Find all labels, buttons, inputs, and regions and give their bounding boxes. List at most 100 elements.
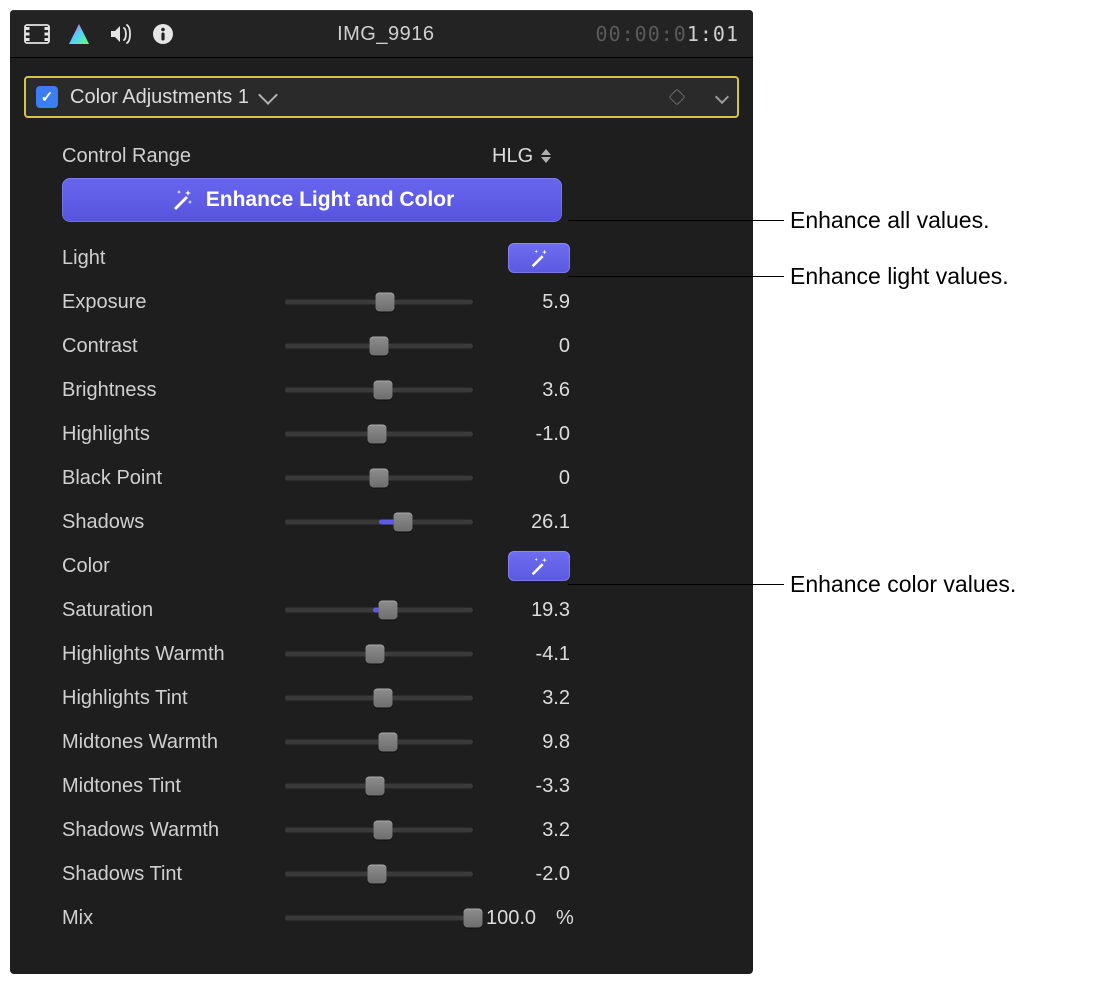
- midtones-tint-value[interactable]: -3.3: [486, 775, 576, 798]
- slider-row-shadows-tint: Shadows Tint -2.0: [62, 852, 737, 896]
- video-tab-icon[interactable]: [24, 23, 50, 45]
- highlights-warmth-thumb[interactable]: [366, 645, 385, 664]
- saturation-value[interactable]: 19.3: [486, 599, 576, 622]
- keyframe-icon[interactable]: [669, 89, 686, 106]
- effect-header[interactable]: ✓ Color Adjustments 1: [24, 76, 739, 118]
- effect-enable-checkbox[interactable]: ✓: [36, 86, 58, 108]
- shadows-label: Shadows: [62, 511, 272, 534]
- inspector-panel: IMG_9916 00:00:01:01 ✓ Color Adjustments…: [10, 10, 753, 974]
- slider-row-shadows-warmth: Shadows Warmth 3.2: [62, 808, 737, 852]
- highlights-warmth-slider[interactable]: [285, 644, 473, 664]
- timecode-prefix: 00:00:0: [596, 22, 687, 46]
- slider-row-mix: Mix 100.0 %: [62, 896, 737, 940]
- shadows-tint-thumb[interactable]: [368, 865, 387, 884]
- exposure-label: Exposure: [62, 291, 272, 314]
- highlights-value[interactable]: -1.0: [486, 423, 576, 446]
- midtones-tint-thumb[interactable]: [366, 777, 385, 796]
- midtones-warmth-label: Midtones Warmth: [62, 731, 272, 754]
- contrast-thumb[interactable]: [370, 337, 389, 356]
- shadows-thumb[interactable]: [394, 513, 413, 532]
- saturation-label: Saturation: [62, 599, 272, 622]
- black-point-label: Black Point: [62, 467, 272, 490]
- saturation-slider[interactable]: [285, 600, 473, 620]
- shadows-tint-value[interactable]: -2.0: [486, 863, 576, 886]
- timecode: 00:00:01:01: [596, 22, 739, 46]
- shadows-warmth-value[interactable]: 3.2: [486, 819, 576, 842]
- inspector-toolbar: IMG_9916 00:00:01:01: [10, 10, 753, 58]
- highlights-tint-thumb[interactable]: [373, 689, 392, 708]
- slider-row-contrast: Contrast 0: [62, 324, 737, 368]
- contrast-value[interactable]: 0: [486, 335, 576, 358]
- slider-row-black-point: Black Point 0: [62, 456, 737, 500]
- info-tab-icon[interactable]: [150, 23, 176, 45]
- highlights-warmth-value[interactable]: -4.1: [486, 643, 576, 666]
- wand-icon: [528, 555, 550, 577]
- exposure-thumb[interactable]: [375, 293, 394, 312]
- mix-thumb[interactable]: [464, 909, 483, 928]
- callout-enhance-color: Enhance color values.: [568, 571, 1016, 598]
- highlights-tint-value[interactable]: 3.2: [486, 687, 576, 710]
- brightness-thumb[interactable]: [373, 381, 392, 400]
- shadows-tint-slider[interactable]: [285, 864, 473, 884]
- midtones-warmth-thumb[interactable]: [379, 733, 398, 752]
- brightness-value[interactable]: 3.6: [486, 379, 576, 402]
- exposure-slider[interactable]: [285, 292, 473, 312]
- highlights-thumb[interactable]: [368, 425, 387, 444]
- shadows-tint-label: Shadows Tint: [62, 863, 272, 886]
- color-tab-icon[interactable]: [66, 23, 92, 45]
- brightness-label: Brightness: [62, 379, 272, 402]
- stepper-icon[interactable]: [539, 149, 553, 163]
- timecode-end: 1:01: [687, 22, 739, 46]
- color-section-label: Color: [62, 555, 272, 578]
- contrast-slider[interactable]: [285, 336, 473, 356]
- midtones-warmth-value[interactable]: 9.8: [486, 731, 576, 754]
- black-point-value[interactable]: 0: [486, 467, 576, 490]
- chevron-down-icon[interactable]: [258, 85, 278, 105]
- callout-enhance-all: Enhance all values.: [568, 207, 989, 234]
- black-point-thumb[interactable]: [370, 469, 389, 488]
- highlights-warmth-label: Highlights Warmth: [62, 643, 272, 666]
- enhance-light-and-color-button[interactable]: Enhance Light and Color: [62, 178, 562, 222]
- control-range-row: Control Range HLG: [62, 134, 737, 178]
- shadows-value[interactable]: 26.1: [486, 511, 576, 534]
- saturation-thumb[interactable]: [379, 601, 398, 620]
- shadows-warmth-slider[interactable]: [285, 820, 473, 840]
- chevron-down-icon[interactable]: [715, 90, 729, 104]
- black-point-slider[interactable]: [285, 468, 473, 488]
- shadows-warmth-thumb[interactable]: [373, 821, 392, 840]
- highlights-label: Highlights: [62, 423, 272, 446]
- slider-row-brightness: Brightness 3.6: [62, 368, 737, 412]
- callout-enhance-light: Enhance light values.: [568, 263, 1009, 290]
- shadows-warmth-label: Shadows Warmth: [62, 819, 272, 842]
- brightness-slider[interactable]: [285, 380, 473, 400]
- mix-value[interactable]: 100.0 %: [486, 907, 580, 930]
- midtones-warmth-slider[interactable]: [285, 732, 473, 752]
- shadows-slider[interactable]: [285, 512, 473, 532]
- slider-row-highlights-warmth: Highlights Warmth -4.1: [62, 632, 737, 676]
- enhance-color-button[interactable]: [508, 551, 570, 581]
- slider-row-midtones-warmth: Midtones Warmth 9.8: [62, 720, 737, 764]
- wand-icon: [528, 247, 550, 269]
- highlights-tint-slider[interactable]: [285, 688, 473, 708]
- slider-row-midtones-tint: Midtones Tint -3.3: [62, 764, 737, 808]
- contrast-label: Contrast: [62, 335, 272, 358]
- wand-icon: [170, 188, 194, 212]
- parameter-rows: Control Range HLG Enhance Light and Colo…: [10, 134, 753, 940]
- midtones-tint-slider[interactable]: [285, 776, 473, 796]
- slider-row-shadows: Shadows 26.1: [62, 500, 737, 544]
- slider-row-highlights: Highlights -1.0: [62, 412, 737, 456]
- light-section-label: Light: [62, 247, 272, 270]
- highlights-tint-label: Highlights Tint: [62, 687, 272, 710]
- control-range-value[interactable]: HLG: [486, 145, 576, 168]
- mix-slider[interactable]: [285, 908, 473, 928]
- control-range-label: Control Range: [62, 145, 272, 168]
- audio-tab-icon[interactable]: [108, 23, 134, 45]
- mix-label: Mix: [62, 907, 272, 930]
- midtones-tint-label: Midtones Tint: [62, 775, 272, 798]
- enhance-light-button[interactable]: [508, 243, 570, 273]
- slider-row-highlights-tint: Highlights Tint 3.2: [62, 676, 737, 720]
- enhance-button-label: Enhance Light and Color: [206, 188, 455, 212]
- highlights-slider[interactable]: [285, 424, 473, 444]
- exposure-value[interactable]: 5.9: [486, 291, 576, 314]
- effect-title: Color Adjustments 1: [70, 86, 249, 109]
